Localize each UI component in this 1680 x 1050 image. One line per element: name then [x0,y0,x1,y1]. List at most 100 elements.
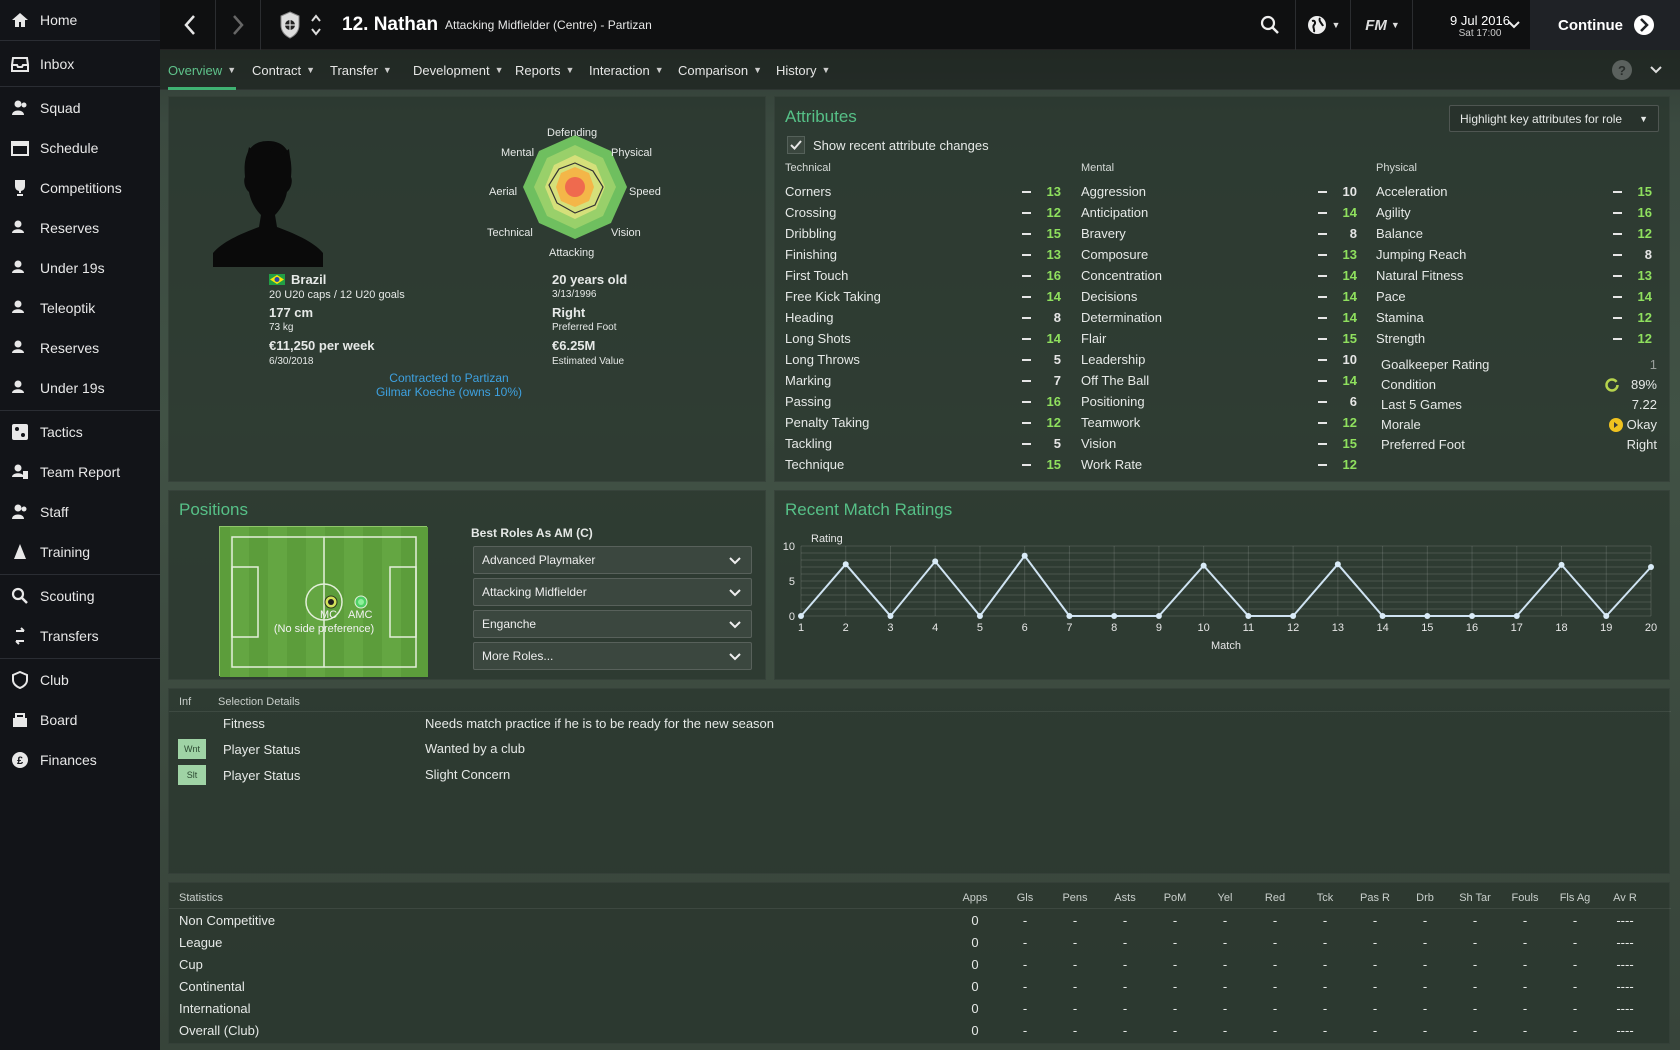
tab-history[interactable]: History ▼ [776,50,830,90]
highlight-roles-dropdown[interactable]: Highlight key attributes for role ▼ [1449,105,1659,132]
attribute-row[interactable]: Pace 14 [1376,286,1660,307]
attribute-row[interactable]: Teamwork 12 [1081,412,1365,433]
attribute-row[interactable]: Stamina 12 [1376,307,1660,328]
fm-menu-button[interactable]: FM ▼ [1355,0,1410,50]
attribute-row[interactable]: Aggression 10 [1081,181,1365,202]
attribute-name: Long Throws [785,352,860,367]
stat-column-header[interactable]: Apps [955,892,995,904]
sidebar-item-reserves[interactable]: Reserves [0,208,160,248]
stat-column-header[interactable]: Tck [1305,892,1345,904]
continue-button[interactable]: Continue [1530,0,1680,50]
sidebar-item-team-report[interactable]: Team Report [0,452,160,492]
role-dropdown-attacking-midfielder[interactable]: Attacking Midfielder [473,578,752,606]
attribute-row[interactable]: Decisions 14 [1081,286,1365,307]
attribute-row[interactable]: Bravery 8 [1081,223,1365,244]
concern-badge: Slt [178,765,206,785]
attribute-row[interactable]: Agility 16 [1376,202,1660,223]
attribute-row[interactable]: Leadership 10 [1081,349,1365,370]
help-icon[interactable]: ? [1612,60,1632,80]
attribute-row[interactable]: Free Kick Taking 14 [785,286,1069,307]
sidebar-item-squad[interactable]: Squad [0,88,160,128]
stat-column-header[interactable]: Yel [1205,892,1245,904]
stat-column-header[interactable]: Pens [1055,892,1095,904]
attribute-row[interactable]: Technique 15 [785,454,1069,475]
stat-column-header[interactable]: Pas R [1355,892,1395,904]
attribute-row[interactable]: Dribbling 15 [785,223,1069,244]
stat-column-header[interactable]: Red [1255,892,1295,904]
attribute-row[interactable]: Heading 8 [785,307,1069,328]
stat-column-header[interactable]: Av R [1605,892,1645,904]
chevron-left-icon [184,15,195,35]
stat-column-header[interactable]: Drb [1405,892,1445,904]
sidebar-item-teleoptik[interactable]: Teleoptik [0,288,160,328]
date-dropdown[interactable] [1502,0,1526,50]
role-dropdown-enganche[interactable]: Enganche [473,610,752,638]
attribute-row[interactable]: First Touch 16 [785,265,1069,286]
sidebar-item-club[interactable]: Club [0,660,160,700]
tab-development[interactable]: Development ▼ [413,50,504,90]
sidebar-item-under-19s-2[interactable]: Under 19s [0,368,160,408]
attribute-row[interactable]: Determination 14 [1081,307,1365,328]
tab-comparison[interactable]: Comparison ▼ [678,50,762,90]
attribute-row[interactable]: Concentration 14 [1081,265,1365,286]
player-switch-arrows[interactable] [306,0,326,50]
tab-overview[interactable]: Overview ▼ [168,50,237,90]
sidebar-item-training[interactable]: Training [0,532,160,572]
sidebar-item-under-19s[interactable]: Under 19s [0,248,160,288]
stat-cell: - [1022,979,1028,994]
back-button[interactable] [170,0,210,50]
stat-column-header[interactable]: PoM [1155,892,1195,904]
sidebar-item-reserves-2[interactable]: Reserves [0,328,160,368]
attribute-row[interactable]: Crossing 12 [785,202,1069,223]
sidebar-item-scouting[interactable]: Scouting [0,576,160,616]
attribute-row[interactable]: Passing 16 [785,391,1069,412]
attribute-row[interactable]: Positioning 6 [1081,391,1365,412]
contract-info[interactable]: Contracted to Partizan Gilmar Koeche (ow… [349,371,549,399]
stat-cell: - [1472,1001,1478,1016]
attribute-row[interactable]: Strength 12 [1376,328,1660,349]
sidebar-item-tactics[interactable]: Tactics [0,412,160,452]
attribute-row[interactable]: Corners 13 [785,181,1069,202]
sidebar-item-schedule[interactable]: Schedule [0,128,160,168]
attribute-row[interactable]: Vision 15 [1081,433,1365,454]
attribute-row[interactable]: Work Rate 12 [1081,454,1365,475]
attribute-row[interactable]: Flair 15 [1081,328,1365,349]
attribute-row[interactable]: Penalty Taking 12 [785,412,1069,433]
tab-reports[interactable]: Reports ▼ [515,50,574,90]
checkbox[interactable] [787,136,805,154]
attribute-row[interactable]: Anticipation 14 [1081,202,1365,223]
stat-column-header[interactable]: Fouls [1505,892,1545,904]
stat-column-header[interactable]: Sh Tar [1455,892,1495,904]
attribute-row[interactable]: Jumping Reach 8 [1376,244,1660,265]
sidebar-item-finances[interactable]: £ Finances [0,740,160,780]
tab-contract[interactable]: Contract ▼ [252,50,315,90]
sidebar-item-staff[interactable]: Staff [0,492,160,532]
world-menu-button[interactable]: ▼ [1298,0,1348,50]
tab-interaction[interactable]: Interaction ▼ [589,50,664,90]
attribute-row[interactable]: Finishing 13 [785,244,1069,265]
tab-transfer[interactable]: Transfer ▼ [330,50,392,90]
stat-column-header[interactable]: Gls [1005,892,1045,904]
attribute-row[interactable]: Tackling 5 [785,433,1069,454]
collapse-button[interactable] [1650,62,1662,77]
attribute-row[interactable]: Balance 12 [1376,223,1660,244]
attribute-row[interactable]: Composure 13 [1081,244,1365,265]
search-button[interactable] [1250,0,1290,50]
attribute-row[interactable]: Acceleration 15 [1376,181,1660,202]
attribute-row[interactable]: Marking 7 [785,370,1069,391]
role-dropdown-advanced-playmaker[interactable]: Advanced Playmaker [473,546,752,574]
attribute-row[interactable]: Long Shots 14 [785,328,1069,349]
stat-column-header[interactable]: Asts [1105,892,1145,904]
sidebar-item-board[interactable]: Board [0,700,160,740]
sidebar-item-competitions[interactable]: Competitions [0,168,160,208]
stat-column-header[interactable]: Fls Ag [1555,892,1595,904]
more-roles-dropdown[interactable]: More Roles... [473,642,752,670]
sidebar-item-home[interactable]: Home [0,0,160,40]
show-changes-checkbox[interactable]: Show recent attribute changes [787,136,989,154]
sidebar-item-inbox[interactable]: Inbox [0,44,160,84]
forward-button[interactable] [218,0,258,50]
attribute-row[interactable]: Long Throws 5 [785,349,1069,370]
attribute-row[interactable]: Natural Fitness 13 [1376,265,1660,286]
attribute-row[interactable]: Off The Ball 14 [1081,370,1365,391]
sidebar-item-transfers[interactable]: Transfers [0,616,160,656]
